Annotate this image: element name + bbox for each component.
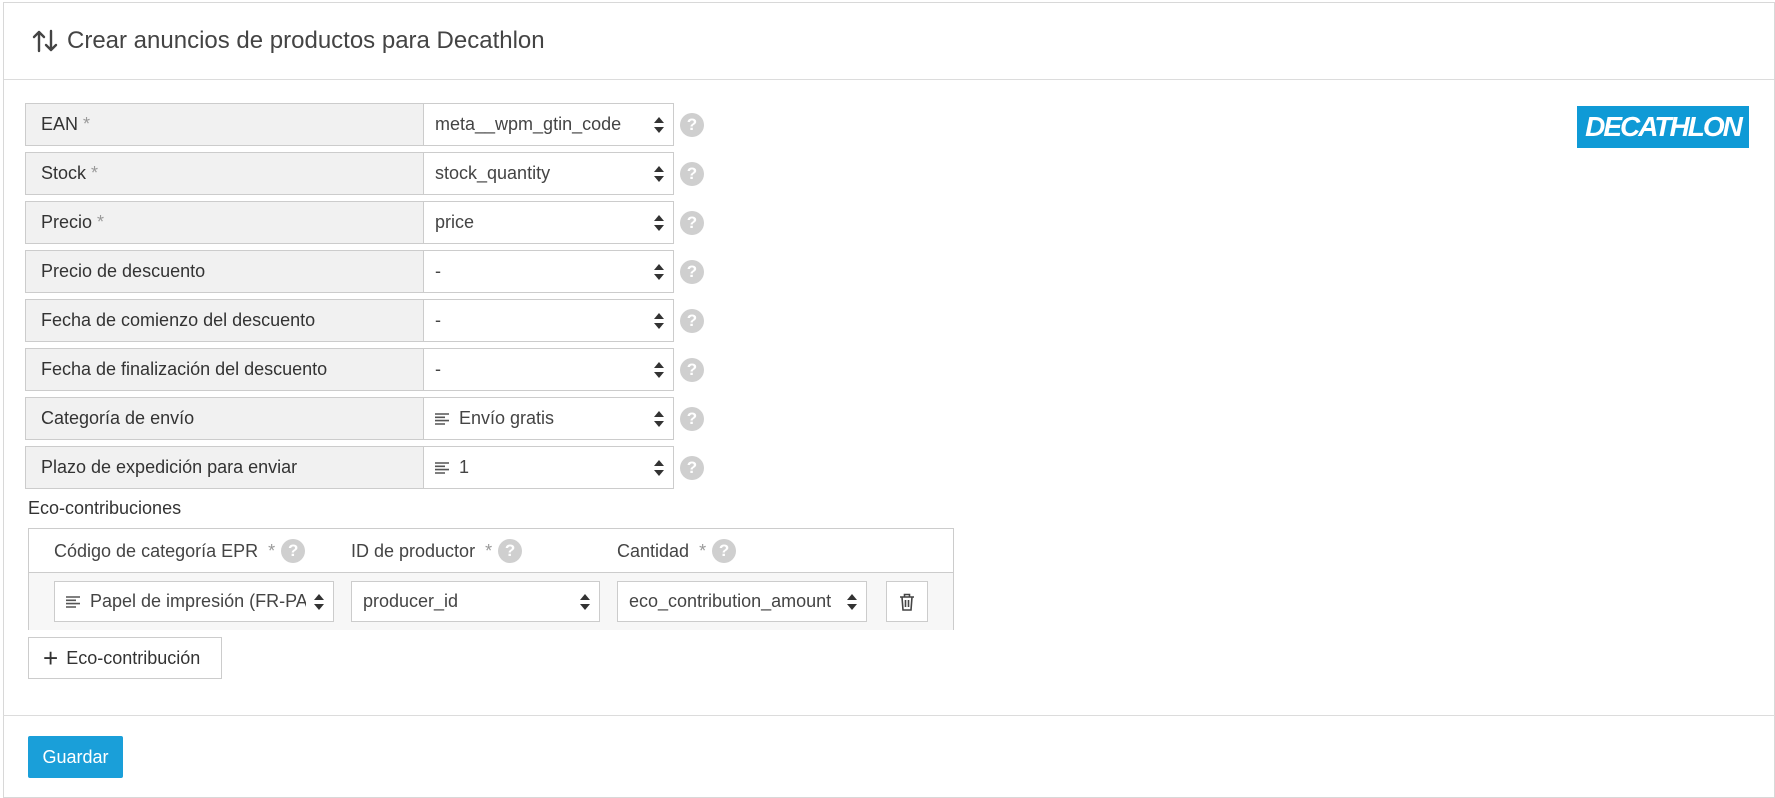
column-header-amount: Cantidad * ? <box>617 529 737 573</box>
eco-row: Papel de impresión (FR-PA producer_id ec… <box>29 573 953 630</box>
save-button[interactable]: Guardar <box>28 736 123 778</box>
field-label: Stock * <box>25 152 423 195</box>
sort-caret-icon <box>654 459 664 476</box>
sort-caret-icon <box>654 165 664 182</box>
required-marker: * <box>268 540 276 561</box>
field-row-sale-end: Fecha de finalización del descuento - ? <box>25 348 704 391</box>
field-row-lead-time: Plazo de expedición para enviar 1 ? <box>25 446 704 489</box>
field-label: Fecha de finalización del descuento <box>25 348 423 391</box>
help-icon[interactable]: ? <box>498 539 523 563</box>
select-value: producer_id <box>363 591 459 611</box>
decathlon-logo: DECATHLON <box>1577 106 1749 148</box>
page-title: Crear anuncios de productos para Decathl… <box>67 27 545 54</box>
sort-caret-icon <box>846 592 858 611</box>
required-marker: * <box>699 540 707 561</box>
stock-select[interactable]: stock_quantity <box>423 152 674 195</box>
add-eco-contribution-button[interactable]: + Eco-contribución <box>28 637 222 679</box>
field-label: EAN * <box>25 103 423 146</box>
field-row-ean: EAN * meta__wpm_gtin_code ? <box>25 103 704 146</box>
help-icon[interactable]: ? <box>680 308 704 333</box>
required-marker: * <box>97 212 105 232</box>
field-row-sale-start: Fecha de comienzo del descuento - ? <box>25 299 704 342</box>
eco-section-title: Eco-contribuciones <box>28 498 182 518</box>
lead-time-select[interactable]: 1 <box>423 446 674 489</box>
sort-caret-icon <box>580 593 590 610</box>
sort-caret-icon <box>654 312 664 329</box>
help-icon[interactable]: ? <box>281 539 306 563</box>
required-marker: * <box>83 114 91 134</box>
lines-icon <box>66 595 80 608</box>
producer-id-select[interactable]: producer_id <box>351 581 600 622</box>
field-mapping-form: EAN * meta__wpm_gtin_code ? Stock * stock_… <box>25 103 704 495</box>
field-label: Plazo de expedición para enviar <box>25 446 423 489</box>
select-value: stock_quantity <box>435 163 551 183</box>
select-value: meta__wpm_gtin_code <box>435 114 622 134</box>
field-row-price: Precio * price ? <box>25 201 704 244</box>
sale-price-select[interactable]: - <box>423 250 674 293</box>
footer-divider <box>3 715 1775 716</box>
sort-caret-icon <box>654 361 664 378</box>
ean-select[interactable]: meta__wpm_gtin_code <box>423 103 674 146</box>
sort-caret-icon <box>654 116 664 133</box>
lines-icon <box>435 461 449 474</box>
field-label: Categoría de envío <box>25 397 423 440</box>
column-header-producer: ID de productor * ? <box>351 529 523 573</box>
help-icon[interactable]: ? <box>712 539 737 563</box>
select-value: - <box>435 261 441 281</box>
field-row-shipping-category: Categoría de envío Envío gratis ? <box>25 397 704 440</box>
required-marker: * <box>91 163 99 183</box>
sort-caret-icon <box>654 214 664 231</box>
field-row-stock: Stock * stock_quantity ? <box>25 152 704 195</box>
help-icon[interactable]: ? <box>680 406 704 431</box>
sort-arrows-icon <box>32 29 58 53</box>
help-icon[interactable]: ? <box>680 455 704 480</box>
field-label: Precio * <box>25 201 423 244</box>
sort-caret-icon <box>313 592 325 611</box>
select-value: Papel de impresión (FR-PA <box>90 591 306 611</box>
trash-icon <box>900 593 914 611</box>
delete-eco-row-button[interactable] <box>886 581 928 622</box>
shipping-category-select[interactable]: Envío gratis <box>423 397 674 440</box>
sort-caret-icon <box>654 410 664 427</box>
plus-icon: + <box>43 643 59 673</box>
required-marker: * <box>485 540 493 561</box>
help-icon[interactable]: ? <box>680 112 704 137</box>
price-select[interactable]: price <box>423 201 674 244</box>
help-icon[interactable]: ? <box>680 357 704 382</box>
eco-table-header: Código de categoría EPR * ? ID de produc… <box>29 529 953 573</box>
epr-category-select[interactable]: Papel de impresión (FR-PA <box>54 581 334 622</box>
field-label: Fecha de comienzo del descuento <box>25 299 423 342</box>
select-value: price <box>435 212 475 232</box>
select-value: 1 <box>459 457 470 477</box>
sale-end-select[interactable]: - <box>423 348 674 391</box>
field-label: Precio de descuento <box>25 250 423 293</box>
help-icon[interactable]: ? <box>680 259 704 284</box>
help-icon[interactable]: ? <box>680 210 704 235</box>
amount-select[interactable]: eco_contribution_amount <box>617 581 867 622</box>
select-value: - <box>435 310 441 330</box>
lines-icon <box>435 412 449 425</box>
select-value: eco_contribution_amount <box>629 591 832 611</box>
select-value: - <box>435 359 441 379</box>
sale-start-select[interactable]: - <box>423 299 674 342</box>
select-value: Envío gratis <box>459 408 555 428</box>
eco-contributions-table: Código de categoría EPR * ? ID de produc… <box>28 528 954 630</box>
sort-caret-icon <box>654 263 664 280</box>
panel-header: Crear anuncios de productos para Decathl… <box>4 3 1774 80</box>
field-row-sale-price: Precio de descuento - ? <box>25 250 704 293</box>
help-icon[interactable]: ? <box>680 161 704 186</box>
column-header-epr: Código de categoría EPR * ? <box>54 529 306 573</box>
